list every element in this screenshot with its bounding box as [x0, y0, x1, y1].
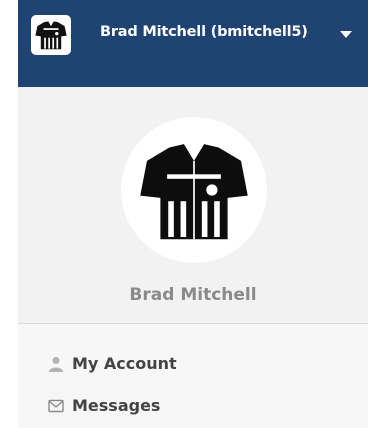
- menu-list: My Account Messages: [18, 324, 368, 428]
- my-account-link[interactable]: My Account: [47, 354, 177, 373]
- header-avatar: [31, 15, 71, 55]
- my-account-label: My Account: [72, 354, 177, 373]
- user-icon: [47, 355, 65, 373]
- profile-avatar: [121, 117, 267, 263]
- profile-panel: Brad Mitchell: [18, 87, 368, 323]
- user-menu-header[interactable]: Brad Mitchell (bmitchell5): [18, 0, 368, 87]
- caret-down-icon[interactable]: [340, 31, 352, 38]
- header-username[interactable]: Brad Mitchell (bmitchell5): [100, 24, 308, 40]
- envelope-icon: [47, 397, 65, 415]
- messages-label: Messages: [72, 396, 161, 415]
- referee-jersey-icon: [35, 21, 67, 50]
- referee-jersey-icon: [140, 144, 248, 240]
- messages-link[interactable]: Messages: [47, 396, 160, 415]
- profile-name: Brad Mitchell: [129, 285, 257, 305]
